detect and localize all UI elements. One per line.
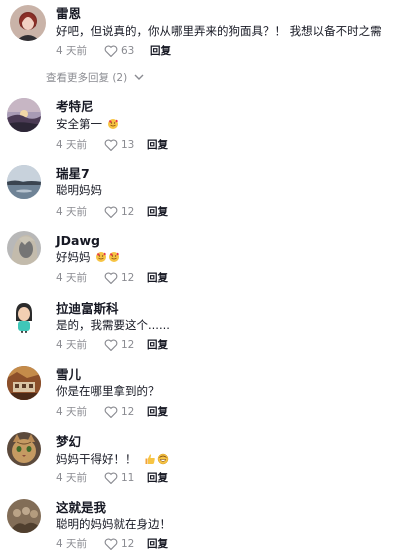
comment-username[interactable]: 拉迪富斯科	[56, 301, 119, 317]
comment-text-content: 安全第一	[56, 117, 102, 131]
avatar[interactable]	[7, 231, 41, 265]
woman-red-hair-avatar-icon	[10, 5, 46, 41]
sepia-group-avatar-icon	[7, 499, 41, 533]
reply-button[interactable]: 回复	[147, 536, 168, 552]
comment-username[interactable]: 雪儿	[56, 367, 81, 383]
heart-icon	[104, 406, 118, 418]
comment-item: 梦幻 妈妈干得好！！ 4 天前 11 回复	[0, 431, 402, 493]
lake-sky-avatar-icon	[7, 165, 41, 199]
comment-time: 4 天前	[56, 45, 88, 57]
comment-time: 4 天前	[56, 139, 88, 151]
comment-username[interactable]: 雷恩	[56, 6, 81, 22]
comment-text: 安全第一	[56, 116, 119, 132]
comment-time: 4 天前	[56, 538, 88, 550]
comment-text: 聪明的妈妈就在身边！	[56, 517, 171, 531]
avatar[interactable]	[7, 366, 41, 400]
comment-username[interactable]: 梦幻	[56, 434, 81, 450]
view-more-replies-label: 查看更多回复 (2)	[46, 72, 128, 84]
avatar[interactable]	[7, 165, 41, 199]
heart-icon	[104, 339, 118, 351]
heart-icon	[104, 472, 118, 484]
heart-icon	[104, 538, 118, 550]
avatar[interactable]	[7, 299, 41, 333]
comment-text-content: 妈妈干得好！！	[56, 452, 137, 466]
like-count: 12	[121, 272, 135, 284]
smiling-face-with-hearts-emoji-icon	[109, 252, 120, 262]
comment-text-content: 好妈妈	[56, 250, 91, 264]
comment-text: 好吧，但说真的，你从哪里弄来的狗面具？！ 我想以备不时之需	[56, 24, 382, 38]
blonde-portrait-avatar-icon	[7, 231, 41, 265]
comment-item: 考特尼 安全第一 4 天前 13 回复	[0, 96, 402, 158]
comment-time: 4 天前	[56, 472, 88, 484]
comment-text: 你是在哪里拿到的？	[56, 384, 160, 398]
comment-time: 4 天前	[56, 206, 88, 218]
comment-text: 是的，我需要这个......	[56, 318, 170, 332]
view-more-replies[interactable]: 查看更多回复 (2)	[46, 71, 144, 85]
comment-time: 4 天前	[56, 272, 88, 284]
comment-item: 雷恩 好吧，但说真的，你从哪里弄来的狗面具？！ 我想以备不时之需 4 天前 63…	[0, 0, 402, 62]
smiling-face-with-hearts-emoji-icon	[107, 119, 118, 129]
autumn-house-avatar-icon	[7, 366, 41, 400]
comment-item: 拉迪富斯科 是的，我需要这个...... 4 天前 12 回复	[0, 297, 402, 359]
heart-icon	[104, 272, 118, 284]
comment-time: 4 天前	[56, 339, 88, 351]
comment-time: 4 天前	[56, 406, 88, 418]
reply-button[interactable]: 回复	[147, 204, 168, 220]
like-count: 12	[121, 339, 135, 351]
grinning-face-emoji-icon	[157, 453, 169, 465]
reply-button[interactable]: 回复	[147, 404, 168, 420]
heart-icon	[104, 139, 118, 151]
like-count: 12	[121, 538, 135, 550]
comment-username[interactable]: JDawg	[56, 233, 100, 249]
reply-button[interactable]: 回复	[147, 337, 168, 353]
avatar[interactable]	[10, 5, 46, 41]
cartoon-girl-avatar-icon	[7, 299, 41, 333]
heart-icon	[104, 45, 118, 57]
avatar[interactable]	[7, 98, 41, 132]
reply-button[interactable]: 回复	[150, 43, 171, 59]
comment-username[interactable]: 瑞星7	[56, 166, 90, 182]
heart-icon	[104, 206, 118, 218]
like-count: 12	[121, 406, 135, 418]
comment-item: 瑞星7 聪明妈妈 4 天前 12 回复	[0, 162, 402, 224]
like-count: 11	[121, 472, 135, 484]
comment-item: JDawg 好妈妈 4 天前 12 回复	[0, 230, 402, 292]
comment-text: 好妈妈	[56, 249, 120, 265]
comment-item: 雪儿 你是在哪里拿到的？ 4 天前 12 回复	[0, 364, 402, 426]
smiling-face-with-hearts-emoji-icon	[96, 252, 107, 262]
reply-button[interactable]: 回复	[147, 270, 168, 286]
cat-avatar-icon	[7, 432, 41, 466]
chevron-down-icon	[134, 74, 144, 80]
comment-username[interactable]: 这就是我	[56, 500, 106, 516]
reply-button[interactable]: 回复	[147, 137, 168, 153]
comment-item: 这就是我 聪明的妈妈就在身边！ 4 天前 12 回复	[0, 497, 402, 559]
like-count: 13	[121, 139, 135, 151]
comment-text: 聪明妈妈	[56, 183, 102, 197]
comment-text: 妈妈干得好！！	[56, 451, 169, 467]
like-count: 63	[121, 45, 135, 57]
sunset-landscape-avatar-icon	[7, 98, 41, 132]
avatar[interactable]	[7, 499, 41, 533]
like-count: 12	[121, 206, 135, 218]
reply-button[interactable]: 回复	[147, 470, 168, 486]
avatar[interactable]	[7, 432, 41, 466]
comment-username[interactable]: 考特尼	[56, 99, 94, 115]
thumbs-up-emoji-icon	[145, 454, 155, 464]
